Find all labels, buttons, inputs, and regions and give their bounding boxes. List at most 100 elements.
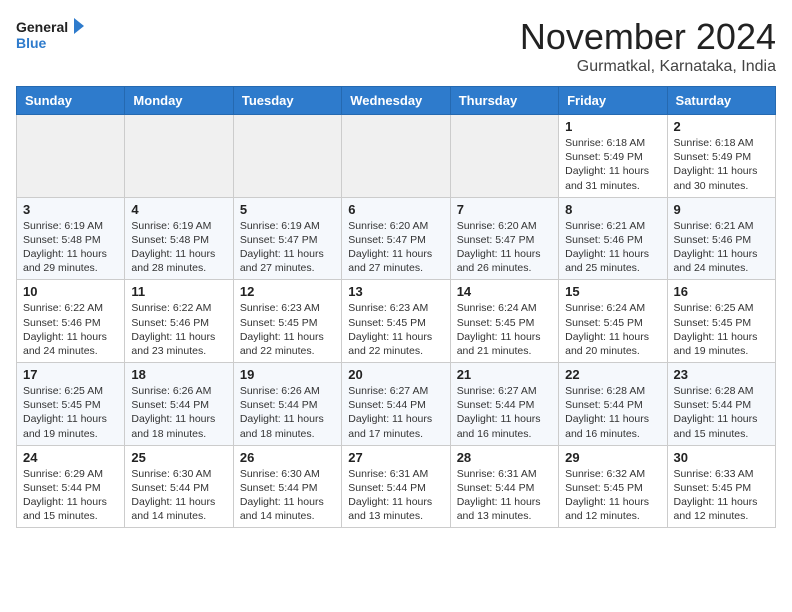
day-info: Sunrise: 6:20 AM Sunset: 5:47 PM Dayligh… <box>348 219 443 276</box>
logo: General Blue <box>16 16 86 60</box>
weekday-monday: Monday <box>125 87 233 115</box>
calendar-cell: 18Sunrise: 6:26 AM Sunset: 5:44 PM Dayli… <box>125 363 233 446</box>
day-info: Sunrise: 6:23 AM Sunset: 5:45 PM Dayligh… <box>348 301 443 358</box>
calendar-cell <box>233 115 341 198</box>
day-info: Sunrise: 6:22 AM Sunset: 5:46 PM Dayligh… <box>23 301 118 358</box>
calendar: SundayMondayTuesdayWednesdayThursdayFrid… <box>16 86 776 528</box>
calendar-cell: 11 Sunrise: 6:22 AM Sunset: 5:46 PM Dayli… <box>125 280 233 363</box>
calendar-week-5: 24Sunrise: 6:29 AM Sunset: 5:44 PM Dayli… <box>17 445 776 528</box>
day-number: 3 <box>23 202 118 217</box>
day-info: Sunrise: 6:22 AM Sunset: 5:46 PM Dayligh… <box>131 301 226 358</box>
day-info: Sunrise: 6:18 AM Sunset: 5:49 PM Dayligh… <box>565 136 660 193</box>
day-number: 16 <box>674 284 769 299</box>
day-info: Sunrise: 6:29 AM Sunset: 5:44 PM Dayligh… <box>23 467 118 524</box>
day-number: 8 <box>565 202 660 217</box>
day-number: 29 <box>565 450 660 465</box>
weekday-saturday: Saturday <box>667 87 775 115</box>
day-info: Sunrise: 6:25 AM Sunset: 5:45 PM Dayligh… <box>23 384 118 441</box>
weekday-tuesday: Tuesday <box>233 87 341 115</box>
day-info: Sunrise: 6:23 AM Sunset: 5:45 PM Dayligh… <box>240 301 335 358</box>
day-info: Sunrise: 6:27 AM Sunset: 5:44 PM Dayligh… <box>348 384 443 441</box>
calendar-cell: 7 Sunrise: 6:20 AM Sunset: 5:47 PM Daylig… <box>450 197 558 280</box>
calendar-cell: 28 Sunrise: 6:31 AM Sunset: 5:44 PM Dayli… <box>450 445 558 528</box>
day-number: 19 <box>240 367 335 382</box>
day-number: 22 <box>565 367 660 382</box>
calendar-cell <box>450 115 558 198</box>
day-number: 13 <box>348 284 443 299</box>
day-number: 6 <box>348 202 443 217</box>
calendar-cell: 29 Sunrise: 6:32 AM Sunset: 5:45 PM Dayli… <box>559 445 667 528</box>
day-number: 21 <box>457 367 552 382</box>
day-number: 23 <box>674 367 769 382</box>
day-info: Sunrise: 6:20 AM Sunset: 5:47 PM Dayligh… <box>457 219 552 276</box>
calendar-cell: 3 Sunrise: 6:19 AM Sunset: 5:48 PM Daylig… <box>17 197 125 280</box>
calendar-cell: 26 Sunrise: 6:30 AM Sunset: 5:44 PM Dayli… <box>233 445 341 528</box>
day-number: 2 <box>674 119 769 134</box>
location: Gurmatkal, Karnataka, India <box>520 58 776 76</box>
month-title: November 2024 <box>520 16 776 58</box>
day-number: 26 <box>240 450 335 465</box>
day-info: Sunrise: 6:19 AM Sunset: 5:48 PM Dayligh… <box>23 219 118 276</box>
weekday-header-row: SundayMondayTuesdayWednesdayThursdayFrid… <box>17 87 776 115</box>
day-number: 28 <box>457 450 552 465</box>
day-number: 1 <box>565 119 660 134</box>
day-number: 14 <box>457 284 552 299</box>
day-info: Sunrise: 6:21 AM Sunset: 5:46 PM Dayligh… <box>565 219 660 276</box>
day-info: Sunrise: 6:25 AM Sunset: 5:45 PM Dayligh… <box>674 301 769 358</box>
calendar-cell: 2 Sunrise: 6:18 AM Sunset: 5:49 PM Daylig… <box>667 115 775 198</box>
day-info: Sunrise: 6:30 AM Sunset: 5:44 PM Dayligh… <box>240 467 335 524</box>
header: General Blue November 2024 Gurmatkal, Ka… <box>16 16 776 76</box>
calendar-week-3: 10 Sunrise: 6:22 AM Sunset: 5:46 PM Dayli… <box>17 280 776 363</box>
calendar-cell <box>342 115 450 198</box>
weekday-thursday: Thursday <box>450 87 558 115</box>
calendar-cell: 30 Sunrise: 6:33 AM Sunset: 5:45 PM Dayli… <box>667 445 775 528</box>
calendar-cell: 6 Sunrise: 6:20 AM Sunset: 5:47 PM Daylig… <box>342 197 450 280</box>
day-info: Sunrise: 6:26 AM Sunset: 5:44 PM Dayligh… <box>131 384 226 441</box>
day-number: 10 <box>23 284 118 299</box>
day-info: Sunrise: 6:31 AM Sunset: 5:44 PM Dayligh… <box>457 467 552 524</box>
calendar-cell: 25 Sunrise: 6:30 AM Sunset: 5:44 PM Dayli… <box>125 445 233 528</box>
day-number: 7 <box>457 202 552 217</box>
calendar-cell: 13 Sunrise: 6:23 AM Sunset: 5:45 PM Dayli… <box>342 280 450 363</box>
day-info: Sunrise: 6:24 AM Sunset: 5:45 PM Dayligh… <box>457 301 552 358</box>
svg-text:General: General <box>16 19 68 35</box>
calendar-week-1: 1 Sunrise: 6:18 AM Sunset: 5:49 PM Daylig… <box>17 115 776 198</box>
calendar-cell: 14 Sunrise: 6:24 AM Sunset: 5:45 PM Dayli… <box>450 280 558 363</box>
calendar-cell: 16 Sunrise: 6:25 AM Sunset: 5:45 PM Dayli… <box>667 280 775 363</box>
day-info: Sunrise: 6:26 AM Sunset: 5:44 PM Dayligh… <box>240 384 335 441</box>
calendar-cell: 4Sunrise: 6:19 AM Sunset: 5:48 PM Daylig… <box>125 197 233 280</box>
day-number: 30 <box>674 450 769 465</box>
day-info: Sunrise: 6:24 AM Sunset: 5:45 PM Dayligh… <box>565 301 660 358</box>
title-area: November 2024 Gurmatkal, Karnataka, Indi… <box>520 16 776 76</box>
day-info: Sunrise: 6:19 AM Sunset: 5:47 PM Dayligh… <box>240 219 335 276</box>
calendar-week-2: 3 Sunrise: 6:19 AM Sunset: 5:48 PM Daylig… <box>17 197 776 280</box>
day-number: 27 <box>348 450 443 465</box>
day-info: Sunrise: 6:28 AM Sunset: 5:44 PM Dayligh… <box>674 384 769 441</box>
day-number: 11 <box>131 284 226 299</box>
day-info: Sunrise: 6:27 AM Sunset: 5:44 PM Dayligh… <box>457 384 552 441</box>
day-info: Sunrise: 6:30 AM Sunset: 5:44 PM Dayligh… <box>131 467 226 524</box>
calendar-week-4: 17Sunrise: 6:25 AM Sunset: 5:45 PM Dayli… <box>17 363 776 446</box>
day-number: 4 <box>131 202 226 217</box>
day-info: Sunrise: 6:21 AM Sunset: 5:46 PM Dayligh… <box>674 219 769 276</box>
calendar-cell: 15 Sunrise: 6:24 AM Sunset: 5:45 PM Dayli… <box>559 280 667 363</box>
weekday-wednesday: Wednesday <box>342 87 450 115</box>
calendar-cell: 8 Sunrise: 6:21 AM Sunset: 5:46 PM Daylig… <box>559 197 667 280</box>
day-info: Sunrise: 6:33 AM Sunset: 5:45 PM Dayligh… <box>674 467 769 524</box>
day-number: 15 <box>565 284 660 299</box>
logo-svg: General Blue <box>16 16 86 60</box>
calendar-cell: 5Sunrise: 6:19 AM Sunset: 5:47 PM Daylig… <box>233 197 341 280</box>
calendar-cell <box>125 115 233 198</box>
day-number: 25 <box>131 450 226 465</box>
calendar-cell: 9Sunrise: 6:21 AM Sunset: 5:46 PM Daylig… <box>667 197 775 280</box>
calendar-cell: 19 Sunrise: 6:26 AM Sunset: 5:44 PM Dayli… <box>233 363 341 446</box>
calendar-cell: 10 Sunrise: 6:22 AM Sunset: 5:46 PM Dayli… <box>17 280 125 363</box>
day-number: 20 <box>348 367 443 382</box>
day-info: Sunrise: 6:18 AM Sunset: 5:49 PM Dayligh… <box>674 136 769 193</box>
calendar-cell: 22Sunrise: 6:28 AM Sunset: 5:44 PM Dayli… <box>559 363 667 446</box>
day-info: Sunrise: 6:32 AM Sunset: 5:45 PM Dayligh… <box>565 467 660 524</box>
calendar-cell: 27Sunrise: 6:31 AM Sunset: 5:44 PM Dayli… <box>342 445 450 528</box>
calendar-cell: 23 Sunrise: 6:28 AM Sunset: 5:44 PM Dayli… <box>667 363 775 446</box>
weekday-friday: Friday <box>559 87 667 115</box>
day-number: 12 <box>240 284 335 299</box>
